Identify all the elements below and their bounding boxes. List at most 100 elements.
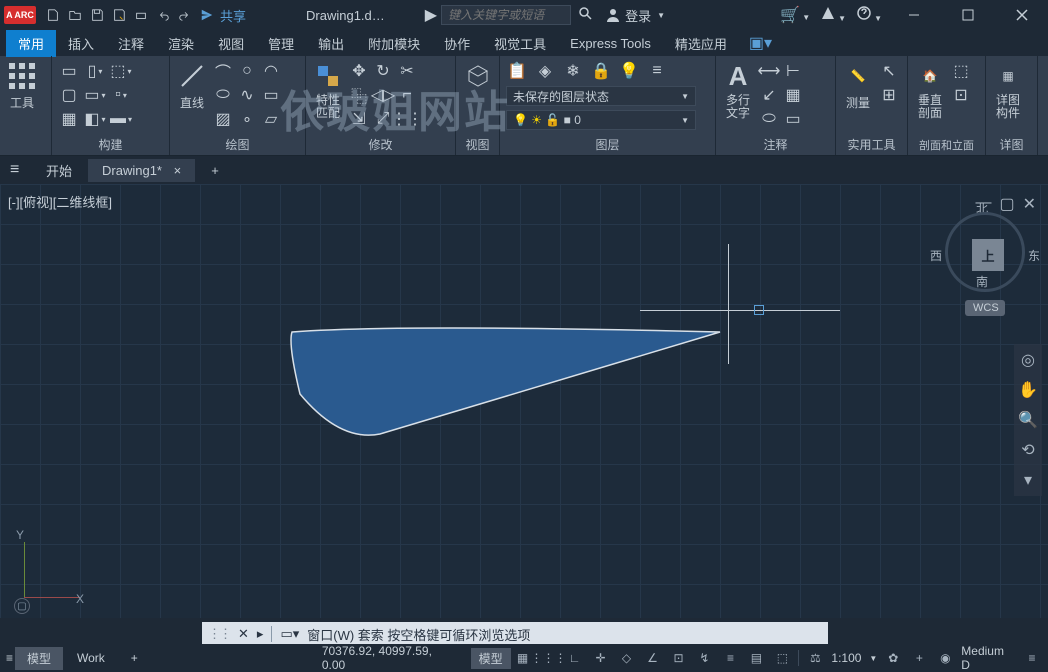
- rotate-icon[interactable]: ↻: [372, 60, 394, 82]
- layer-iso-icon[interactable]: ◈: [534, 60, 556, 82]
- cmd-recent-icon[interactable]: ▭▾: [280, 626, 299, 642]
- search-play-icon[interactable]: ▶: [425, 5, 437, 25]
- otrack-toggle-icon[interactable]: ⊡: [668, 648, 688, 668]
- tab-add-layout[interactable]: +: [119, 648, 150, 668]
- qat-plot-icon[interactable]: [130, 4, 152, 26]
- ribbon-tab-home[interactable]: 常用: [6, 30, 56, 57]
- qat-open-icon[interactable]: [64, 4, 86, 26]
- detail-button[interactable]: ▦详图 构件: [992, 60, 1024, 120]
- dyn-toggle-icon[interactable]: ↯: [694, 648, 714, 668]
- layer-match-icon[interactable]: ≡: [646, 60, 668, 82]
- tpy-toggle-icon[interactable]: ▤: [746, 648, 766, 668]
- spline-icon[interactable]: ∿: [236, 84, 258, 106]
- grid-icon[interactable]: ▦: [58, 108, 80, 130]
- grid-toggle-icon[interactable]: ▦: [513, 648, 533, 668]
- nav-wheel-icon[interactable]: ◎: [1021, 350, 1035, 370]
- cmd-close-icon[interactable]: ✕: [238, 626, 249, 642]
- qat-saveas-icon[interactable]: [108, 4, 130, 26]
- ribbon-more-icon[interactable]: ▣▾: [749, 33, 772, 53]
- arc-icon[interactable]: ◠: [260, 60, 282, 82]
- ortho-toggle-icon[interactable]: ∟: [565, 648, 585, 668]
- ribbon-tab-render[interactable]: 渲染: [156, 30, 206, 57]
- section-button[interactable]: 🏠垂直 剖面: [914, 60, 946, 120]
- help-icon[interactable]: ▼: [856, 5, 882, 26]
- share-icon[interactable]: [196, 4, 218, 26]
- qat-new-icon[interactable]: [42, 4, 64, 26]
- status-menu-icon[interactable]: ≡: [6, 651, 13, 665]
- tab-work[interactable]: Work: [65, 648, 117, 668]
- maximize-button[interactable]: [946, 1, 990, 29]
- minimize-button[interactable]: [892, 1, 936, 29]
- column-icon[interactable]: ▫▾: [110, 84, 132, 106]
- polyline-icon[interactable]: ⌒: [212, 60, 234, 82]
- visual-style-dd[interactable]: Medium D: [961, 644, 1016, 672]
- nav-pan-icon[interactable]: ✋: [1018, 380, 1038, 400]
- window-icon[interactable]: ▭▾: [84, 84, 106, 106]
- wall-icon[interactable]: ▭: [58, 60, 80, 82]
- lwt-toggle-icon[interactable]: ≡: [720, 648, 740, 668]
- wcs-badge[interactable]: WCS: [965, 300, 1005, 316]
- elev-icon[interactable]: ⬚: [950, 60, 972, 82]
- qat-save-icon[interactable]: [86, 4, 108, 26]
- viewport-label[interactable]: [-][俯视][二维线框]: [8, 192, 112, 211]
- ribbon-tab-collab[interactable]: 协作: [432, 30, 482, 57]
- ribbon-tab-manage[interactable]: 管理: [256, 30, 306, 57]
- leader-icon[interactable]: ↙: [758, 84, 780, 106]
- box-icon[interactable]: ▢: [58, 84, 80, 106]
- move-icon[interactable]: ✥: [348, 60, 370, 82]
- calc-icon[interactable]: ⊞: [878, 84, 900, 106]
- ribbon-tab-view[interactable]: 视图: [206, 30, 256, 57]
- tag-icon[interactable]: ⬭: [758, 108, 780, 130]
- customize-status-icon[interactable]: ≡: [1022, 648, 1042, 668]
- ribbon-tab-insert[interactable]: 插入: [56, 30, 106, 57]
- ribbon-tab-output[interactable]: 输出: [306, 30, 356, 57]
- annotation-scale[interactable]: 1:100: [831, 651, 861, 665]
- osnap-toggle-icon[interactable]: ∠: [643, 648, 663, 668]
- stretch-icon[interactable]: ⇲: [348, 108, 370, 130]
- stair-icon[interactable]: ⬚▾: [110, 60, 132, 82]
- matchprop-button[interactable]: 特性 匹配: [312, 60, 344, 120]
- cmd-grip-icon[interactable]: ⋮⋮: [208, 626, 230, 642]
- measure-button[interactable]: 📏测量: [842, 60, 874, 111]
- autodesk-icon[interactable]: ▼: [820, 5, 846, 26]
- doc-menu-icon[interactable]: ≡: [10, 161, 30, 179]
- table-icon[interactable]: ▦: [782, 84, 804, 106]
- qat-undo-icon[interactable]: [152, 4, 174, 26]
- search-input[interactable]: [441, 5, 571, 25]
- layer-state-dropdown[interactable]: 未保存的图层状态▼: [506, 86, 696, 106]
- doc-tab-start[interactable]: 开始: [32, 157, 86, 184]
- snap-toggle-icon[interactable]: ⋮⋮⋮: [539, 648, 559, 668]
- iso-toggle-icon[interactable]: ◇: [617, 648, 637, 668]
- nav-orbit-icon[interactable]: ⟲: [1021, 440, 1034, 460]
- layer-lock-icon[interactable]: 🔒: [590, 60, 612, 82]
- door-icon[interactable]: ▯▾: [84, 60, 106, 82]
- viewcube-top-face[interactable]: 上: [972, 239, 1004, 271]
- polar-toggle-icon[interactable]: ✛: [591, 648, 611, 668]
- nav-more-icon[interactable]: ▾: [1024, 470, 1032, 490]
- select-icon[interactable]: ↖: [878, 60, 900, 82]
- section2-icon[interactable]: ⊡: [950, 84, 972, 106]
- cmd-customize-icon[interactable]: ▸: [257, 626, 264, 642]
- scale-icon[interactable]: ⚖: [805, 648, 825, 668]
- cart-icon[interactable]: 🛒▼: [780, 5, 810, 25]
- doc-tab-drawing[interactable]: Drawing1* ×: [88, 159, 195, 182]
- close-tab-icon[interactable]: ×: [174, 163, 182, 178]
- ribbon-tab-addins[interactable]: 附加模块: [356, 30, 432, 57]
- status-model-space[interactable]: 模型: [471, 648, 511, 669]
- ellipse-icon[interactable]: ⬭: [212, 84, 234, 106]
- tab-model[interactable]: 模型: [15, 647, 63, 670]
- layer-current-dropdown[interactable]: 💡 ☀ 🔓 ■ 0▼: [506, 110, 696, 130]
- copy-icon[interactable]: ⿻: [348, 84, 370, 106]
- drawing-canvas[interactable]: [-][俯视][二维线框] Y X ▢ — ▢ ✕ 北 西 上 东 南 WCS …: [0, 184, 1048, 618]
- circle-icon[interactable]: ○: [236, 60, 258, 82]
- mtext-button[interactable]: A多行 文字: [722, 60, 754, 120]
- fillet-icon[interactable]: ⌐: [396, 84, 418, 106]
- viewcube[interactable]: 北 西 上 东 南 WCS: [940, 204, 1030, 314]
- layer-off-icon[interactable]: 💡: [618, 60, 640, 82]
- doc-tab-new[interactable]: +: [197, 159, 233, 182]
- ribbon-tab-featured[interactable]: 精选应用: [663, 30, 739, 57]
- view-button[interactable]: [462, 60, 494, 92]
- point-icon[interactable]: ∘: [236, 108, 258, 130]
- ribbon-tab-express[interactable]: Express Tools: [558, 32, 663, 55]
- close-button[interactable]: [1000, 1, 1044, 29]
